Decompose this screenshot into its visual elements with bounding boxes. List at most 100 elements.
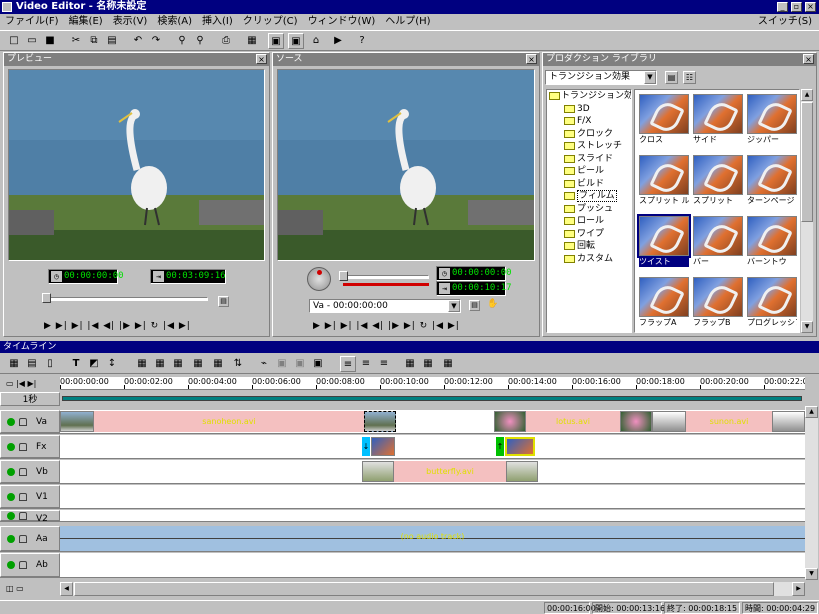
app-icon[interactable] bbox=[2, 2, 12, 12]
menu-file[interactable]: ファイル(F) bbox=[0, 14, 64, 29]
source-clip-select[interactable]: Va - 00:00:00:00 ▼ bbox=[309, 299, 461, 313]
lock-icon[interactable] bbox=[19, 511, 27, 520]
clip-vb-1[interactable]: butterfly.avi bbox=[394, 461, 506, 482]
tree-item-transition[interactable]: トランジション効果 bbox=[547, 90, 631, 103]
go-start-icon[interactable]: |◀ bbox=[16, 379, 25, 388]
text-icon[interactable]: T bbox=[68, 356, 84, 372]
menu-search[interactable]: 検索(A) bbox=[152, 14, 197, 29]
razor-icon[interactable]: ⌁ bbox=[256, 356, 272, 372]
tree-item-roll[interactable]: ロール bbox=[561, 215, 631, 228]
effect-split[interactable]: スプリット bbox=[693, 155, 743, 206]
tree-item-rotate[interactable]: 回転 bbox=[561, 240, 631, 253]
tree-item-slide[interactable]: スライド bbox=[561, 153, 631, 166]
align-left-icon[interactable]: ≡ bbox=[340, 356, 356, 372]
arrows-icon[interactable]: ↕ bbox=[104, 356, 120, 372]
tree-item-3d[interactable]: 3D bbox=[561, 103, 631, 116]
preview-close-icon[interactable]: × bbox=[256, 54, 267, 64]
grid5-icon[interactable]: ▦ bbox=[210, 356, 226, 372]
preview-position-track[interactable] bbox=[46, 297, 208, 301]
grid4-icon[interactable]: ▦ bbox=[190, 356, 206, 372]
track-header-vb[interactable]: Vb bbox=[0, 460, 60, 483]
split-icon[interactable]: ⇅ bbox=[230, 356, 246, 372]
transition-direction-down-icon[interactable]: ↓ bbox=[362, 437, 370, 456]
lock-icon[interactable] bbox=[19, 417, 27, 426]
timeline-zoom-slider[interactable] bbox=[60, 392, 805, 406]
grid1-icon[interactable]: ▦ bbox=[134, 356, 150, 372]
storyboard-icon[interactable]: ▦ bbox=[6, 356, 22, 372]
find-next-icon[interactable]: ⚲ bbox=[192, 33, 208, 49]
timeline-settings-icon[interactable]: ▭ bbox=[16, 584, 24, 593]
tree-item-stretch[interactable]: ストレッチ bbox=[561, 140, 631, 153]
track-area-va[interactable]: sanoheon.avi lotus.avi sunon.avi bbox=[60, 410, 805, 433]
list-view-icon[interactable]: ▤ bbox=[665, 71, 678, 84]
track-header-v1[interactable]: V1 bbox=[0, 485, 60, 508]
detail-view-icon[interactable]: ☷ bbox=[683, 71, 696, 84]
track-header-fx[interactable]: Fx bbox=[0, 435, 60, 458]
menu-window[interactable]: ウィンドウ(W) bbox=[303, 14, 381, 29]
tree-item-custom[interactable]: カスタム bbox=[561, 253, 631, 266]
tree-item-film[interactable]: フィルム bbox=[561, 190, 631, 203]
visibility-icon[interactable] bbox=[7, 417, 15, 426]
redo-icon[interactable]: ↷ bbox=[148, 33, 164, 49]
clip-va-2[interactable]: lotus.avi bbox=[526, 411, 620, 432]
effect-flap-b[interactable]: フラップB bbox=[693, 277, 743, 328]
undo-icon[interactable]: ↶ bbox=[130, 33, 146, 49]
lock-icon[interactable] bbox=[19, 467, 27, 476]
lock-icon[interactable] bbox=[19, 492, 27, 501]
cut-icon[interactable]: ✂ bbox=[68, 33, 84, 49]
align-center-icon[interactable]: ≡ bbox=[358, 356, 374, 372]
help-icon[interactable]: ? bbox=[354, 33, 370, 49]
timeline-hscroll[interactable]: ◀ ▶ bbox=[60, 582, 805, 596]
scroll-thumb[interactable] bbox=[74, 582, 774, 596]
track-header-aa[interactable]: Aa bbox=[0, 526, 60, 551]
tree-item-build[interactable]: ビルド bbox=[561, 178, 631, 191]
menu-edit[interactable]: 編集(E) bbox=[64, 14, 108, 29]
tree-item-clock[interactable]: クロック bbox=[561, 128, 631, 141]
audio-meter-icon[interactable]: ◫ bbox=[6, 584, 14, 593]
close-button[interactable]: × bbox=[805, 2, 816, 12]
library-window-icon[interactable]: ⌂ bbox=[308, 33, 324, 49]
tree-item-push[interactable]: プッシュ bbox=[561, 203, 631, 216]
properties-icon[interactable]: ▦ bbox=[244, 33, 260, 49]
chevron-down-icon[interactable]: ▼ bbox=[644, 71, 656, 84]
scale-label[interactable]: 1秒 bbox=[0, 392, 60, 406]
track-area-v2[interactable] bbox=[60, 510, 805, 521]
zoom1-icon[interactable]: ▦ bbox=[402, 356, 418, 372]
copy-icon[interactable]: ⧉ bbox=[86, 33, 102, 49]
menu-view[interactable]: 表示(V) bbox=[108, 14, 153, 29]
open-folder-icon[interactable]: ▭ bbox=[24, 33, 40, 49]
track-area-aa[interactable]: (no audio track) bbox=[60, 526, 805, 551]
track-area-ab[interactable] bbox=[60, 553, 805, 577]
zoom2-icon[interactable]: ▦ bbox=[420, 356, 436, 372]
scroll-thumb[interactable] bbox=[801, 102, 813, 222]
source-window-icon[interactable]: ▣ bbox=[288, 33, 304, 49]
timeline-mode-icon[interactable]: ▭ bbox=[6, 379, 14, 388]
find-icon[interactable]: ⚲ bbox=[174, 33, 190, 49]
scroll-down-icon[interactable]: ▼ bbox=[805, 568, 818, 580]
track-icon[interactable]: ▤ bbox=[24, 356, 40, 372]
source-close-icon[interactable]: × bbox=[526, 54, 537, 64]
save-icon[interactable]: ■ bbox=[42, 33, 58, 49]
preview-options-button[interactable]: ▤ bbox=[218, 296, 229, 307]
timeline-ruler[interactable]: 00:00:00:00 00:00:02:00 00:00:04:00 00:0… bbox=[60, 377, 805, 390]
source-position-track[interactable] bbox=[343, 275, 429, 279]
library-close-icon[interactable]: × bbox=[803, 54, 814, 64]
track-header-ab[interactable]: Ab bbox=[0, 553, 60, 577]
menu-help[interactable]: ヘルプ(H) bbox=[380, 14, 435, 29]
effect-side[interactable]: サイド bbox=[693, 94, 743, 145]
timeline-vscroll[interactable]: ▲ ▼ bbox=[805, 406, 818, 580]
page-icon[interactable]: ▯ bbox=[42, 356, 58, 372]
transition-direction-up-icon[interactable]: ↑ bbox=[496, 437, 504, 456]
color-icon[interactable]: ◩ bbox=[86, 356, 102, 372]
scroll-up-icon[interactable]: ▲ bbox=[805, 406, 818, 418]
switch-menu[interactable]: スイッチ(S) bbox=[753, 14, 817, 29]
scroll-left-icon[interactable]: ◀ bbox=[60, 582, 73, 596]
visibility-icon[interactable] bbox=[7, 561, 15, 569]
transition-effect-2[interactable] bbox=[505, 437, 535, 456]
jog-dial-icon[interactable] bbox=[307, 267, 331, 291]
go-end-icon[interactable]: ▶| bbox=[28, 379, 37, 388]
source-transport-controls[interactable]: ▶ ▶| ▶| |◀ ◀| |▶ ▶| ↻ |◀ ▶| bbox=[313, 321, 460, 331]
grid3-icon[interactable]: ▦ bbox=[170, 356, 186, 372]
visibility-icon[interactable] bbox=[7, 442, 15, 451]
grid2-icon[interactable]: ▦ bbox=[152, 356, 168, 372]
